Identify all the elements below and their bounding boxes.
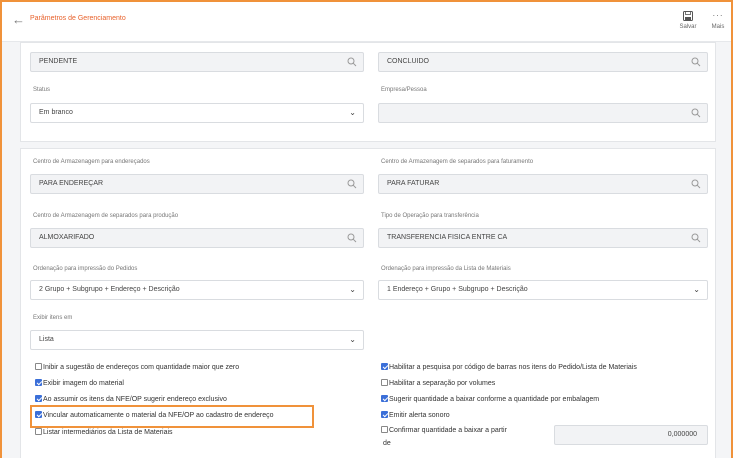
search-icon[interactable] xyxy=(347,233,357,243)
checkbox-label: Habilitar a separação por volumes xyxy=(389,380,496,387)
exibir-itens-label: Exibir itens em xyxy=(33,315,73,321)
ca-enderecados-field[interactable]: PARA ENDEREÇAR xyxy=(30,174,364,194)
checkbox-box[interactable] xyxy=(381,411,388,418)
status-select[interactable]: Em branco ⌄ xyxy=(30,103,364,123)
ca-separados-prod-field[interactable]: ALMOXARIFADO xyxy=(30,228,364,248)
checkbox-box[interactable] xyxy=(381,426,388,433)
tipo-operacao-value: TRANSFERENCIA FISICA ENTRE CA xyxy=(387,234,508,241)
app-frame: ← Parâmetros de Gerenciamento Salvar ···… xyxy=(0,0,733,458)
checkbox-label: Listar intermediários da Lista de Materi… xyxy=(43,429,173,436)
checkbox-box[interactable] xyxy=(35,395,42,402)
floppy-disk-icon xyxy=(675,8,701,24)
search-icon[interactable] xyxy=(691,179,701,189)
search-icon[interactable] xyxy=(691,108,701,118)
highlight-box xyxy=(30,405,314,428)
back-arrow-icon[interactable]: ← xyxy=(12,13,26,27)
ordenacao-pedidos-label: Ordenação para impressão do Pedidos xyxy=(33,266,138,272)
checkbox-separacao-volumes[interactable]: Habilitar a separação por volumes xyxy=(381,378,495,390)
checkbox-box[interactable] xyxy=(381,395,388,402)
search-icon[interactable] xyxy=(347,179,357,189)
checkbox-label: Sugerir quantidade a baixar conforme a q… xyxy=(389,396,600,403)
checkbox-box[interactable] xyxy=(381,363,388,370)
more-label: Mais xyxy=(711,24,725,30)
exibir-itens-value: Lista xyxy=(39,336,54,343)
checkbox-box[interactable] xyxy=(35,363,42,370)
checkbox-sugerir-quantidade[interactable]: Sugerir quantidade a baixar conforme a q… xyxy=(381,394,599,406)
ca-separados-prod-label: Centro de Armazenagem de separados para … xyxy=(33,213,179,219)
ordenacao-pedidos-value: 2 Grupo + Subgrupo + Endereço + Descriçã… xyxy=(39,286,180,293)
empresa-label: Empresa/Pessoa xyxy=(381,87,427,93)
checkbox-exibir-imagem[interactable]: Exibir imagem do material xyxy=(35,378,124,390)
ca-enderecados-value: PARA ENDEREÇAR xyxy=(39,180,104,187)
ordenacao-pedidos-select[interactable]: 2 Grupo + Subgrupo + Endereço + Descriçã… xyxy=(30,280,364,300)
pendente-field[interactable]: PENDENTE xyxy=(30,52,364,72)
page-title: Parâmetros de Gerenciamento xyxy=(30,15,126,22)
status-label: Status xyxy=(33,87,51,93)
checkbox-box[interactable] xyxy=(381,379,388,386)
ca-separados-fat-label: Centro de Armazenagem de separados para … xyxy=(381,159,534,165)
concluido-field[interactable]: CONCLUIDO xyxy=(378,52,708,72)
checkbox-label: Habilitar a pesquisa por código de barra… xyxy=(389,364,637,371)
status-card: PENDENTE CONCLUIDO Status Em branco ⌄ Em… xyxy=(20,42,716,142)
exibir-itens-select[interactable]: Lista ⌄ xyxy=(30,330,364,350)
checkbox-label: Confirmar quantidade a baixar a partir xyxy=(389,427,507,434)
ca-separados-fat-field[interactable]: PARA FATURAR xyxy=(378,174,708,194)
tipo-operacao-label: Tipo de Operação para transferência xyxy=(381,213,479,219)
checkbox-inibir-sugestao[interactable]: Inibir a sugestão de endereços com quant… xyxy=(35,362,239,374)
checkbox-label: Ao assumir os itens da NFE/OP sugerir en… xyxy=(43,396,227,403)
checkbox-confirmar-label-line2: de xyxy=(383,440,391,447)
empresa-field[interactable] xyxy=(378,103,708,123)
pendente-value: PENDENTE xyxy=(39,58,78,65)
ordenacao-lista-label: Ordenação para impressão da Lista de Mat… xyxy=(381,266,511,272)
top-bar: ← Parâmetros de Gerenciamento Salvar ···… xyxy=(2,2,731,42)
ca-separados-prod-value: ALMOXARIFADO xyxy=(39,234,95,241)
status-value: Em branco xyxy=(39,109,73,116)
chevron-down-icon: ⌄ xyxy=(349,335,356,344)
checkbox-pesquisa-codigo-barras[interactable]: Habilitar a pesquisa por código de barra… xyxy=(381,362,637,374)
save-label: Salvar xyxy=(679,24,697,30)
ordenacao-lista-select[interactable]: 1 Endereço + Grupo + Subgrupo + Descriçã… xyxy=(378,280,708,300)
search-icon[interactable] xyxy=(691,233,701,243)
checkbox-label: Exibir imagem do material xyxy=(43,380,124,387)
concluido-value: CONCLUIDO xyxy=(387,58,430,65)
confirmar-quantidade-value: 0,000000 xyxy=(667,431,697,438)
ca-enderecados-label: Centro de Armazenagem para endereçados xyxy=(33,159,150,165)
ordenacao-lista-value: 1 Endereço + Grupo + Subgrupo + Descriçã… xyxy=(387,286,528,293)
search-icon[interactable] xyxy=(691,57,701,67)
checkbox-alerta-sonoro[interactable]: Emitir alerta sonoro xyxy=(381,410,450,422)
confirmar-quantidade-input[interactable]: 0,000000 xyxy=(554,425,708,445)
checkbox-listar-intermediarios[interactable]: Listar intermediários da Lista de Materi… xyxy=(35,427,173,439)
save-button[interactable]: Salvar xyxy=(675,8,701,36)
checkbox-box[interactable] xyxy=(35,379,42,386)
checkbox-label: Emitir alerta sonoro xyxy=(389,412,450,419)
more-dots-icon: ··· xyxy=(712,11,724,20)
chevron-down-icon: ⌄ xyxy=(349,108,356,117)
checkbox-confirmar-quantidade[interactable]: Confirmar quantidade a baixar a partir xyxy=(381,425,507,437)
checkbox-label: Inibir a sugestão de endereços com quant… xyxy=(43,364,240,371)
search-icon[interactable] xyxy=(347,57,357,67)
chevron-down-icon: ⌄ xyxy=(349,285,356,294)
ca-separados-fat-value: PARA FATURAR xyxy=(387,180,440,187)
chevron-down-icon: ⌄ xyxy=(693,285,700,294)
more-button[interactable]: ··· Mais xyxy=(705,8,731,36)
tipo-operacao-field[interactable]: TRANSFERENCIA FISICA ENTRE CA xyxy=(378,228,708,248)
checkbox-box[interactable] xyxy=(35,428,42,435)
